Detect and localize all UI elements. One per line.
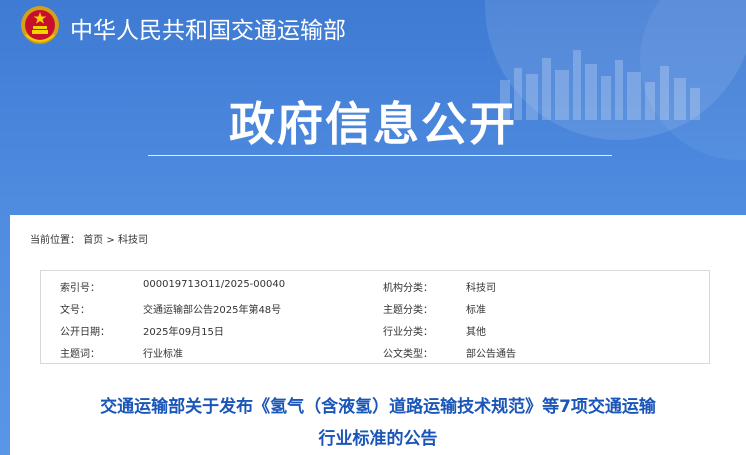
- index-number-value: 000019713O11/2025-00040: [143, 279, 286, 290]
- document-number-value: 交通运输部公告2025年第48号: [143, 305, 282, 316]
- title-underline: [148, 155, 612, 156]
- industry-category-value: 其他: [466, 327, 486, 338]
- organization-value: 科技司: [466, 283, 496, 294]
- breadcrumb-department-link[interactable]: 科技司: [118, 235, 148, 246]
- industry-category-label: 行业分类：: [383, 327, 433, 338]
- content-card: 当前位置： 首页 > 科技司 索引号： 000019713O11/2025-00…: [10, 215, 746, 455]
- keywords-label: 主题词：: [60, 349, 100, 360]
- ministry-name[interactable]: 中华人民共和国交通运输部: [70, 11, 346, 45]
- metadata-row: 文号： 交通运输部公告2025年第48号 主题分类： 标准: [41, 296, 709, 318]
- topic-category-value: 标准: [466, 305, 486, 316]
- document-title: 交通运输部关于发布《氢气（含液氢）道路运输技术规范》等7项交通运输 行业标准的公…: [10, 391, 746, 455]
- breadcrumb-home-link[interactable]: 首页: [83, 235, 103, 246]
- metadata-row: 主题词： 行业标准 公文类型： 部公告通告: [41, 340, 709, 362]
- organization-label: 机构分类：: [383, 283, 433, 294]
- index-number-label: 索引号：: [60, 283, 100, 294]
- national-emblem-icon: [21, 6, 59, 44]
- breadcrumb-label: 当前位置：: [30, 235, 80, 246]
- document-title-line-1: 交通运输部关于发布《氢气（含液氢）道路运输技术规范》等7项交通运输: [100, 397, 656, 417]
- document-number-label: 文号：: [60, 305, 90, 316]
- publish-date-value: 2025年09月15日: [143, 327, 224, 338]
- breadcrumb-separator: >: [106, 235, 115, 246]
- breadcrumb: 当前位置： 首页 > 科技司: [30, 231, 148, 246]
- document-metadata-table: 索引号： 000019713O11/2025-00040 机构分类： 科技司 文…: [40, 270, 710, 364]
- topic-category-label: 主题分类：: [383, 305, 433, 316]
- publish-date-label: 公开日期：: [60, 327, 110, 338]
- metadata-row: 公开日期： 2025年09月15日 行业分类： 其他: [41, 318, 709, 340]
- keywords-value: 行业标准: [143, 349, 183, 360]
- document-type-label: 公文类型：: [383, 349, 433, 360]
- document-type-value: 部公告通告: [466, 349, 516, 360]
- page-banner-title: 政府信息公开: [229, 97, 517, 151]
- metadata-row: 索引号： 000019713O11/2025-00040 机构分类： 科技司: [41, 274, 709, 296]
- document-title-line-2: 行业标准的公告: [318, 429, 438, 449]
